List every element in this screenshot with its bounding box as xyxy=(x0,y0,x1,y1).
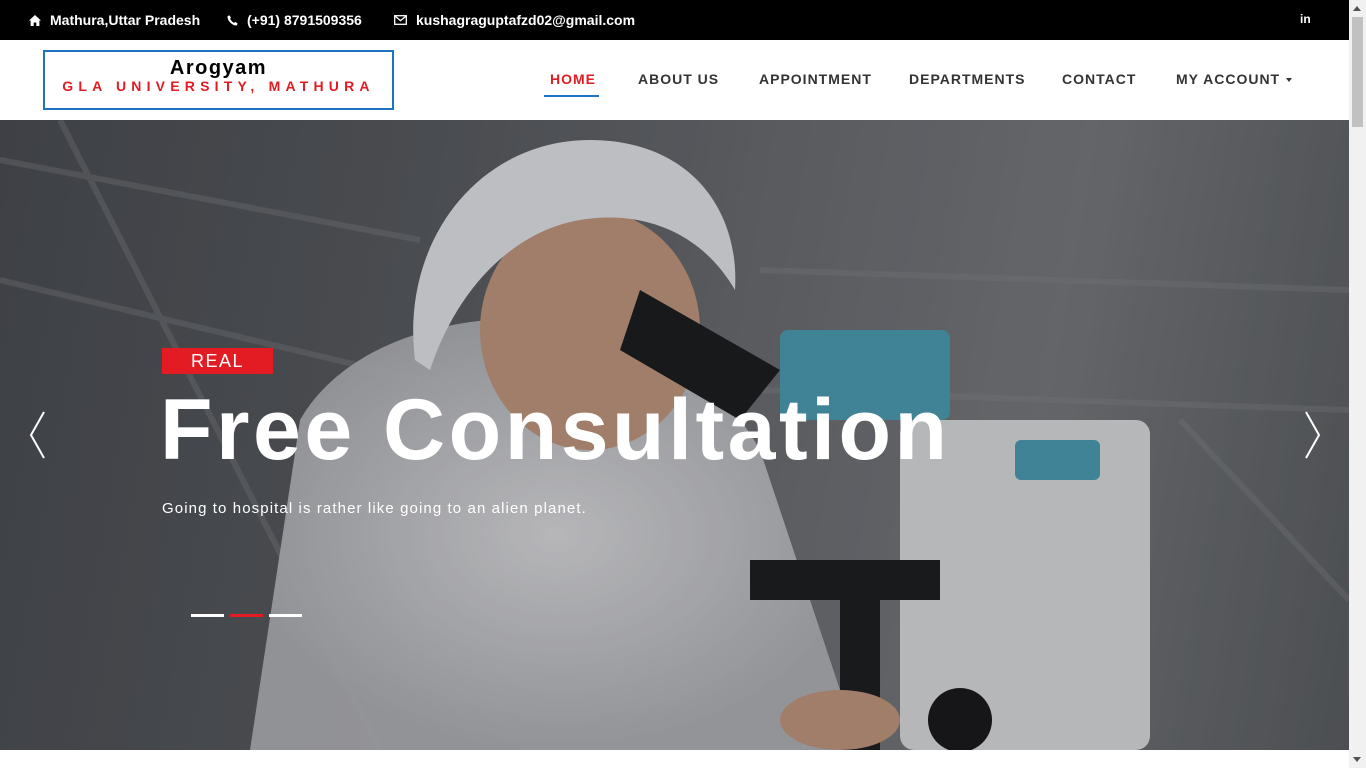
site-logo[interactable]: Arogyam GLA UNIVERSITY, MATHURA xyxy=(43,50,394,110)
envelope-icon xyxy=(394,15,407,25)
slider-prev-button[interactable] xyxy=(28,410,48,460)
caret-down-icon xyxy=(1286,78,1293,83)
hero-slider: REAL Free Consultation Going to hospital… xyxy=(0,120,1349,750)
slider-dot-1[interactable] xyxy=(191,614,224,617)
linkedin-icon[interactable]: in xyxy=(1300,12,1311,26)
address-info: Mathura,Uttar Pradesh xyxy=(29,0,200,40)
logo-subtitle: GLA UNIVERSITY, MATHURA xyxy=(62,78,375,94)
nav-my-account-label: MY ACCOUNT xyxy=(1176,71,1281,87)
phone-info[interactable]: (+91) 8791509356 xyxy=(227,0,362,40)
chevron-left-icon xyxy=(29,411,45,459)
nav-my-account[interactable]: MY ACCOUNT xyxy=(1176,71,1293,87)
nav-active-underline xyxy=(544,95,599,97)
phone-text: (+91) 8791509356 xyxy=(247,12,362,28)
top-info-bar: Mathura,Uttar Pradesh (+91) 8791509356 k… xyxy=(0,0,1349,40)
scroll-down-arrow-icon[interactable] xyxy=(1353,757,1361,762)
email-text: kushagraguptafzd02@gmail.com xyxy=(416,12,636,28)
address-text: Mathura,Uttar Pradesh xyxy=(50,12,201,28)
scrollbar-thumb[interactable] xyxy=(1352,17,1363,127)
hero-tag: REAL xyxy=(162,348,273,374)
slider-dot-3[interactable] xyxy=(269,614,302,617)
slider-dot-2[interactable] xyxy=(230,614,263,617)
slider-next-button[interactable] xyxy=(1302,410,1322,460)
home-icon xyxy=(29,14,41,26)
hero-title: Free Consultation xyxy=(160,382,951,478)
nav-about-us[interactable]: ABOUT US xyxy=(638,71,719,87)
scroll-up-arrow-icon[interactable] xyxy=(1353,6,1361,11)
nav-home[interactable]: HOME xyxy=(550,71,596,87)
nav-departments[interactable]: DEPARTMENTS xyxy=(909,71,1026,87)
page-scrollbar[interactable] xyxy=(1349,0,1366,768)
phone-icon xyxy=(227,14,238,26)
nav-contact[interactable]: CONTACT xyxy=(1062,71,1136,87)
nav-appointment[interactable]: APPOINTMENT xyxy=(759,71,872,87)
site-header: Arogyam GLA UNIVERSITY, MATHURA HOME ABO… xyxy=(0,40,1349,120)
hero-subtitle: Going to hospital is rather like going t… xyxy=(162,500,587,517)
chevron-right-icon xyxy=(1305,411,1321,459)
email-info[interactable]: kushagraguptafzd02@gmail.com xyxy=(394,0,635,40)
logo-title: Arogyam xyxy=(169,57,268,79)
slider-indicators xyxy=(191,614,308,617)
